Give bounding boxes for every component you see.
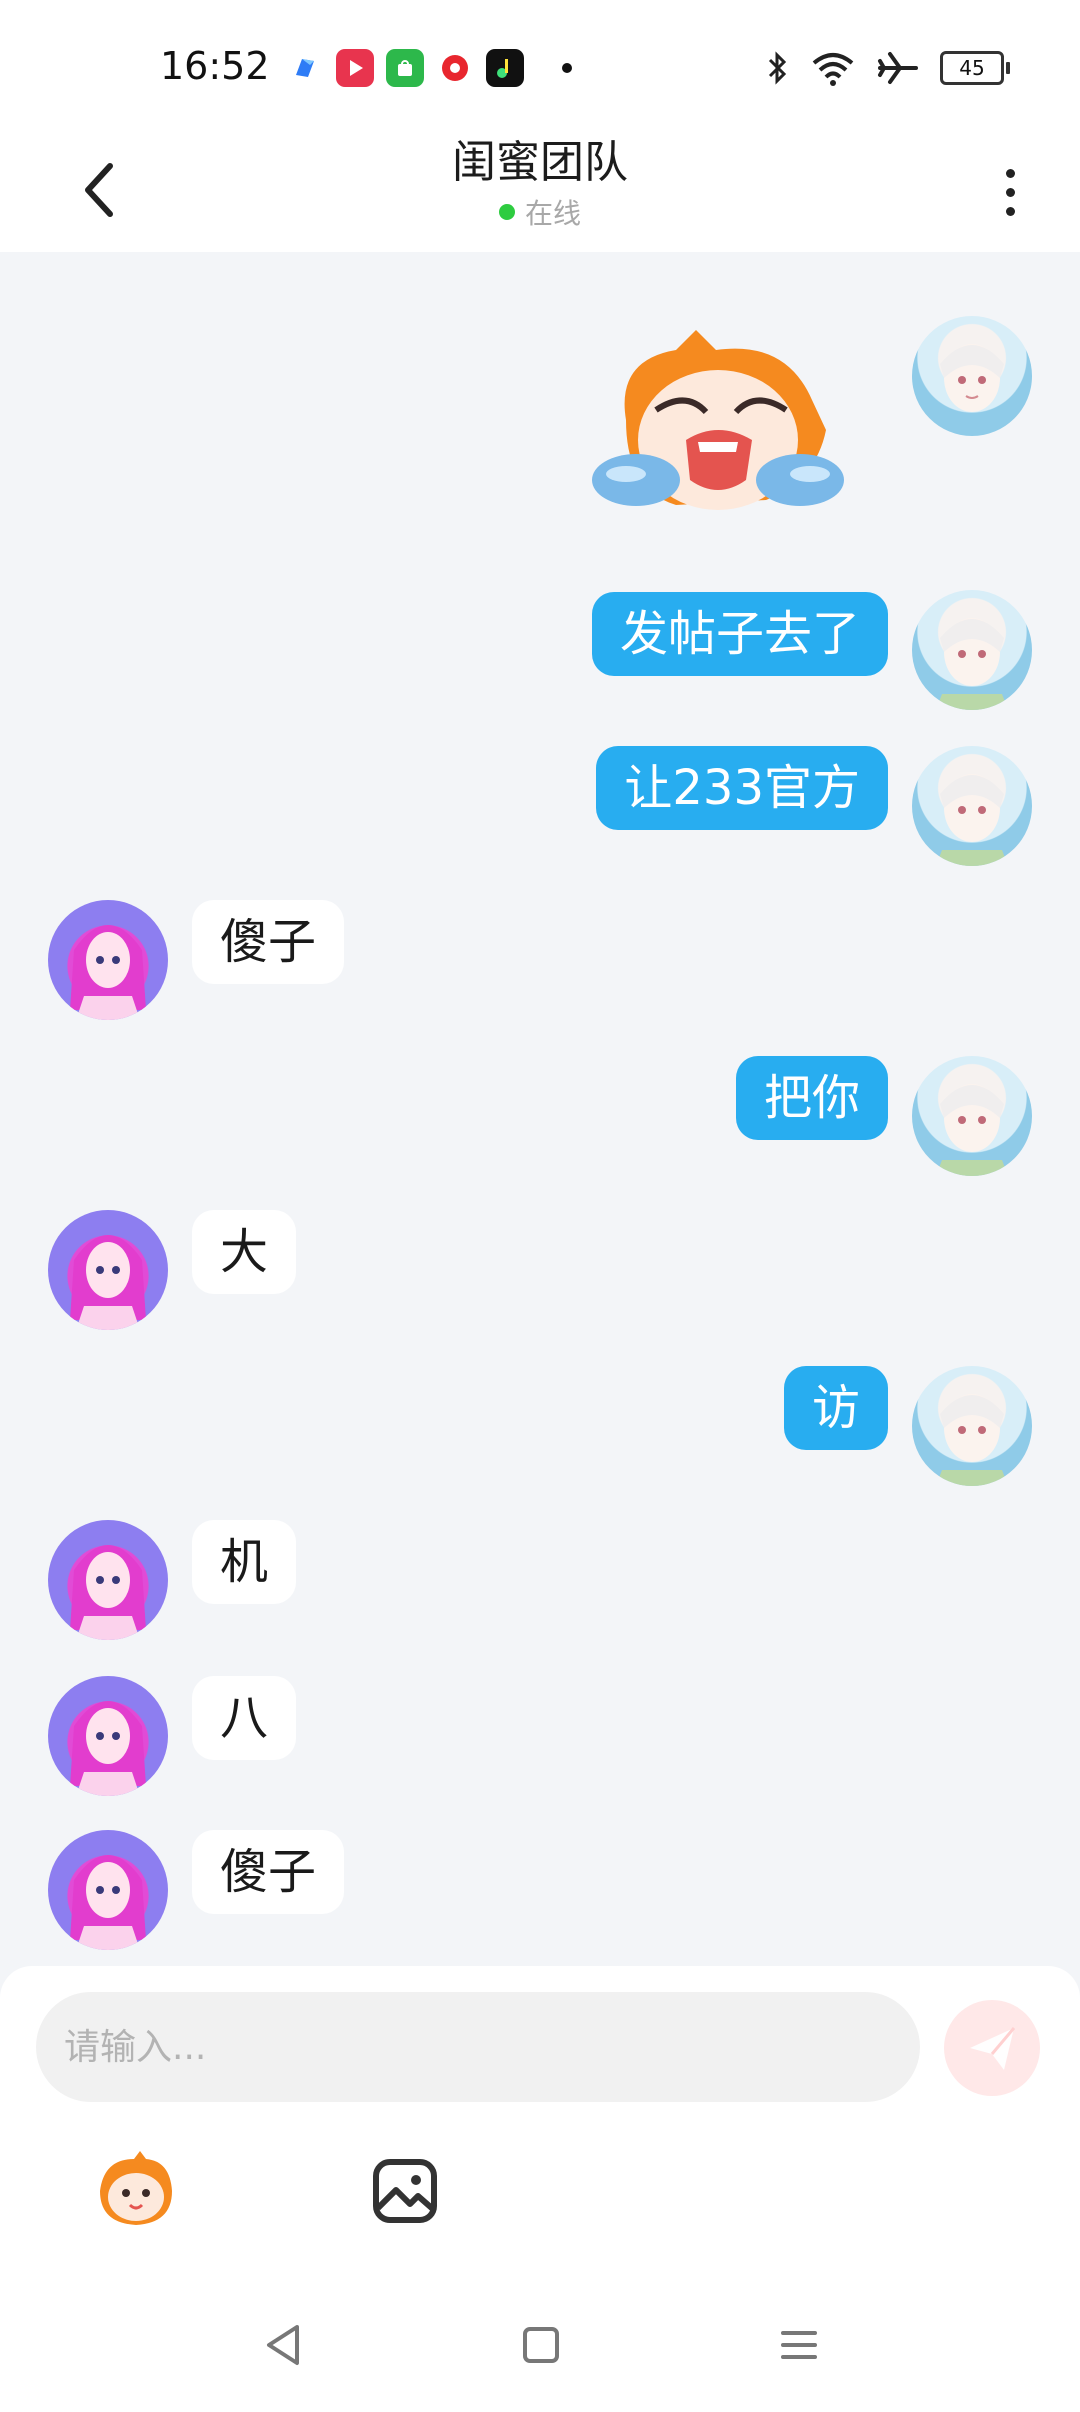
- message-bubble-theirs[interactable]: 机: [192, 1520, 297, 1604]
- system-navigation-bar: [0, 2310, 1080, 2380]
- online-status: 在线: [498, 192, 581, 232]
- notification-icons: [286, 48, 572, 88]
- menu-lines-icon: [781, 2331, 817, 2359]
- message-input[interactable]: [36, 1992, 920, 2102]
- more-options-button[interactable]: [990, 152, 1030, 232]
- red-record-icon: [436, 49, 474, 87]
- chat-header: 闺蜜团队 在线: [0, 128, 1080, 252]
- my-avatar[interactable]: [912, 1056, 1032, 1176]
- bluetooth-icon: [768, 51, 787, 85]
- music-app-icon: [486, 49, 524, 87]
- system-icons: 45: [766, 46, 1010, 90]
- send-icon: [970, 2027, 1016, 2070]
- blue-app-icon: [286, 49, 324, 87]
- airplane-icon: [878, 52, 918, 84]
- friend-avatar[interactable]: [48, 1830, 168, 1950]
- nav-recents-button[interactable]: [764, 2310, 834, 2380]
- image-picker-button[interactable]: [360, 2146, 450, 2236]
- friend-avatar[interactable]: [48, 1210, 168, 1330]
- message-bubble-mine[interactable]: 访: [783, 1366, 888, 1450]
- chat-title: 闺蜜团队: [452, 137, 628, 188]
- message-bubble-mine[interactable]: 发帖子去了: [591, 592, 888, 676]
- friend-avatar[interactable]: [48, 900, 168, 1020]
- status-time: 16:52: [160, 44, 270, 88]
- nav-home-button[interactable]: [506, 2310, 576, 2380]
- more-dot-icon: [1005, 187, 1015, 197]
- message-bubble-mine[interactable]: 把你: [735, 1056, 888, 1140]
- my-avatar[interactable]: [912, 746, 1032, 866]
- online-dot-icon: [498, 204, 515, 220]
- more-notifications-dot: [562, 63, 572, 73]
- wifi-icon: [812, 53, 854, 86]
- battery-icon: 45: [940, 51, 1010, 85]
- more-dot-icon: [1005, 206, 1015, 216]
- square-home-icon: [523, 2327, 559, 2363]
- friend-avatar[interactable]: [48, 1676, 168, 1796]
- emoji-sticker-button[interactable]: [90, 2146, 180, 2236]
- message-bubble-theirs[interactable]: 大: [192, 1210, 297, 1294]
- my-avatar[interactable]: [912, 590, 1032, 710]
- status-bar: 16:52 45: [0, 0, 1080, 128]
- friend-avatar[interactable]: [48, 1520, 168, 1640]
- triangle-back-icon: [267, 2325, 299, 2365]
- send-button[interactable]: [944, 2000, 1040, 2096]
- nav-back-button[interactable]: [248, 2310, 318, 2380]
- message-bubble-theirs[interactable]: 八: [192, 1676, 297, 1760]
- message-bubble-theirs[interactable]: 傻子: [192, 1830, 345, 1914]
- title-block: 闺蜜团队 在线: [0, 134, 1080, 232]
- mascot-emoji-icon: [100, 2151, 172, 2225]
- more-dot-icon: [1005, 168, 1015, 178]
- my-avatar[interactable]: [912, 316, 1032, 436]
- crying-mascot-sticker[interactable]: [586, 330, 848, 530]
- video-app-icon: [336, 49, 374, 87]
- message-bubble-theirs[interactable]: 傻子: [192, 900, 345, 984]
- my-avatar[interactable]: [912, 1366, 1032, 1486]
- image-icon: [373, 2159, 437, 2223]
- green-shop-icon: [386, 49, 424, 87]
- online-status-label: 在线: [524, 197, 581, 230]
- message-bubble-mine[interactable]: 让233官方: [596, 746, 888, 830]
